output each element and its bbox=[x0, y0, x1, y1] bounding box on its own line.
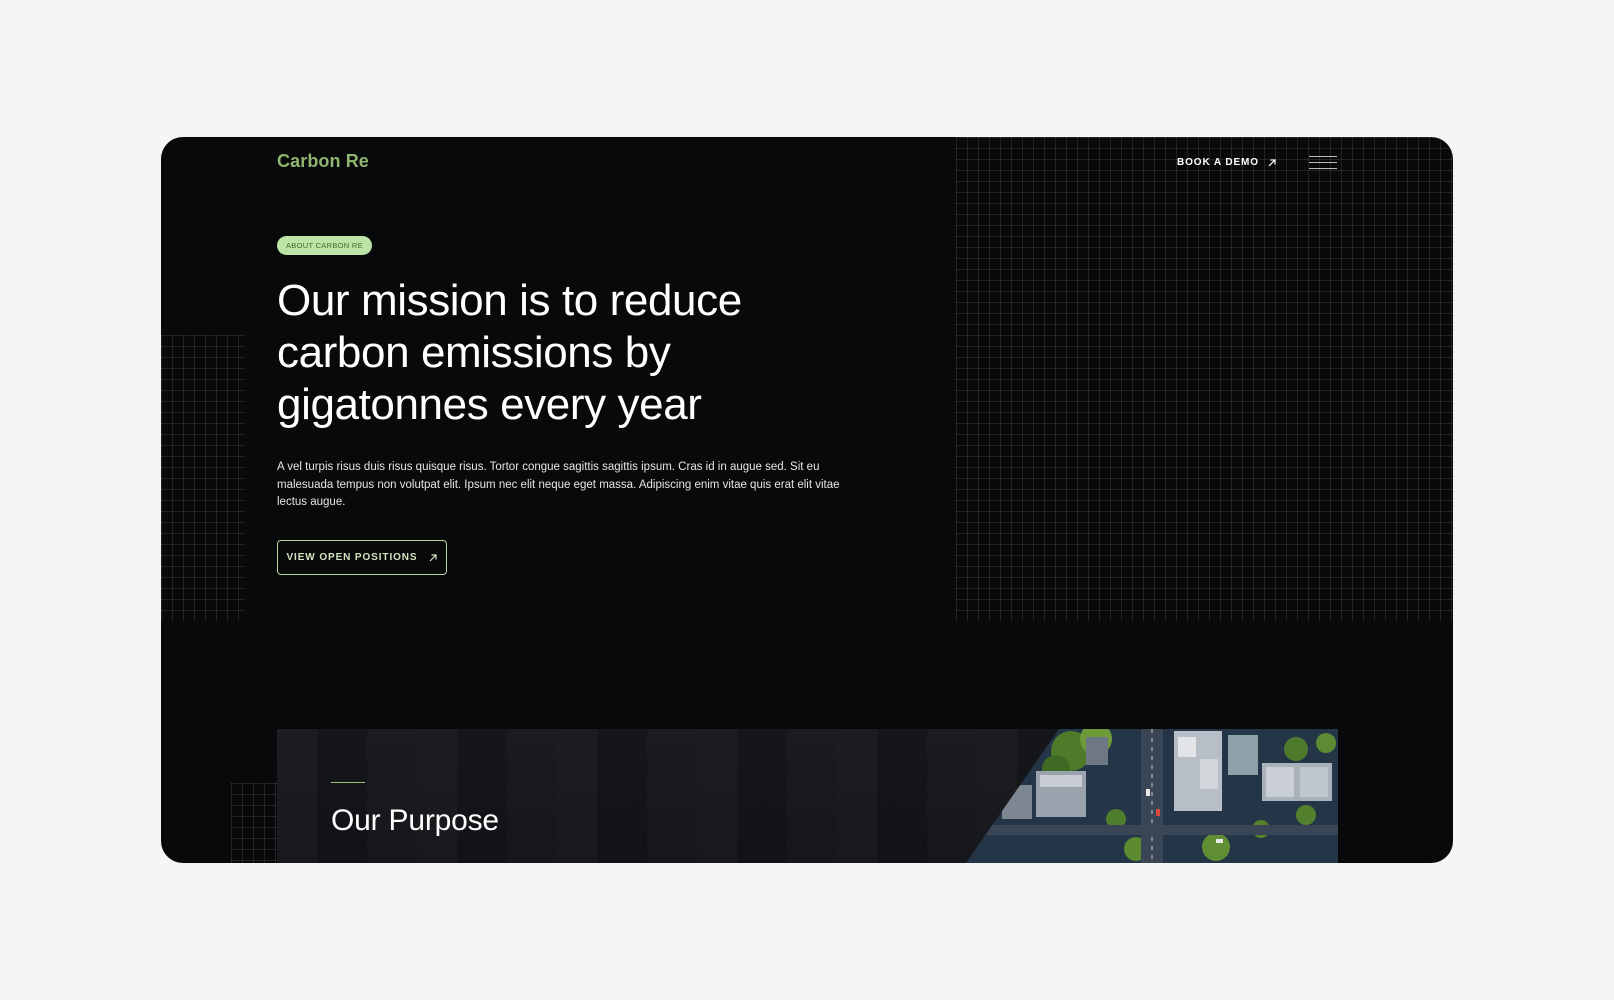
grid-pattern-bottom-left bbox=[231, 783, 277, 863]
cta-label: VIEW OPEN POSITIONS bbox=[286, 552, 418, 563]
section-badge: ABOUT CARBON RE bbox=[277, 236, 372, 255]
book-demo-link[interactable]: BOOK A DEMO bbox=[1177, 157, 1277, 168]
page-card: Carbon Re BOOK A DEMO ABOUT CARBON RE Ou… bbox=[161, 137, 1453, 863]
brand-logo[interactable]: Carbon Re bbox=[277, 151, 369, 172]
purpose-title: Our Purpose bbox=[331, 804, 499, 837]
arrow-up-right-icon bbox=[429, 553, 437, 561]
hamburger-menu-icon[interactable] bbox=[1309, 156, 1337, 170]
hero-body-text: A vel turpis risus duis risus quisque ri… bbox=[277, 461, 840, 508]
grid-pattern-left bbox=[161, 335, 245, 621]
view-open-positions-button[interactable]: VIEW OPEN POSITIONS bbox=[277, 540, 447, 575]
hero-headline: Our mission is to reduce carbon emission… bbox=[277, 276, 742, 429]
purpose-accent-rule bbox=[331, 782, 365, 783]
book-demo-label: BOOK A DEMO bbox=[1177, 157, 1259, 168]
purpose-banner: Our Purpose bbox=[277, 729, 1338, 863]
arrow-up-right-icon bbox=[1268, 158, 1276, 166]
grid-pattern-right bbox=[956, 137, 1453, 621]
